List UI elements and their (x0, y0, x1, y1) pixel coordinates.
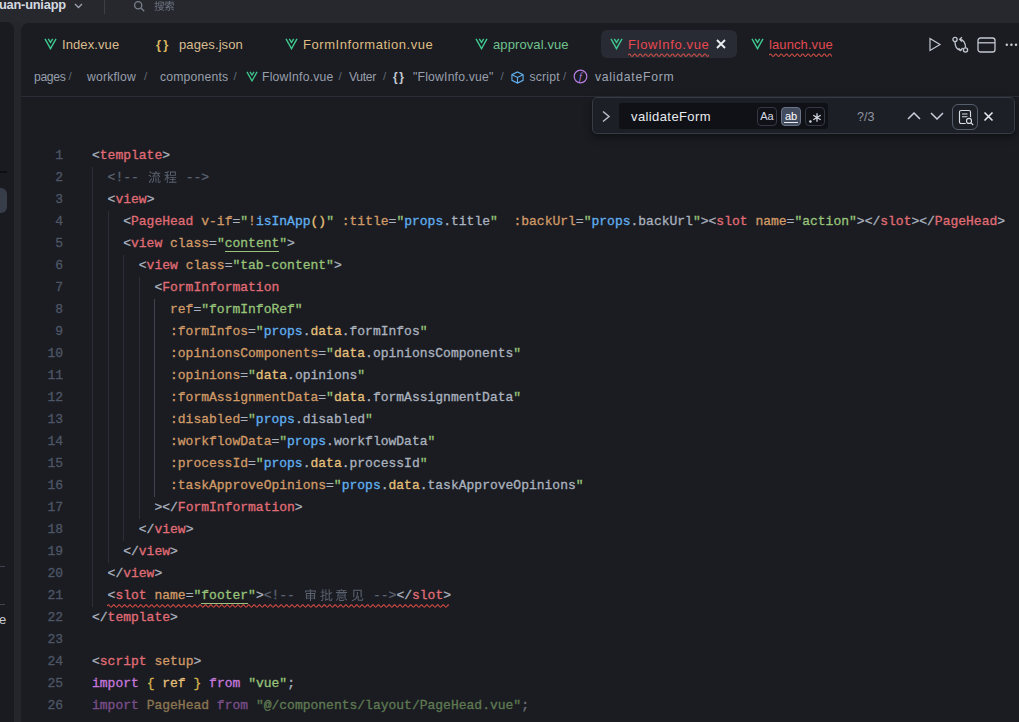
svg-text:f: f (579, 71, 584, 82)
